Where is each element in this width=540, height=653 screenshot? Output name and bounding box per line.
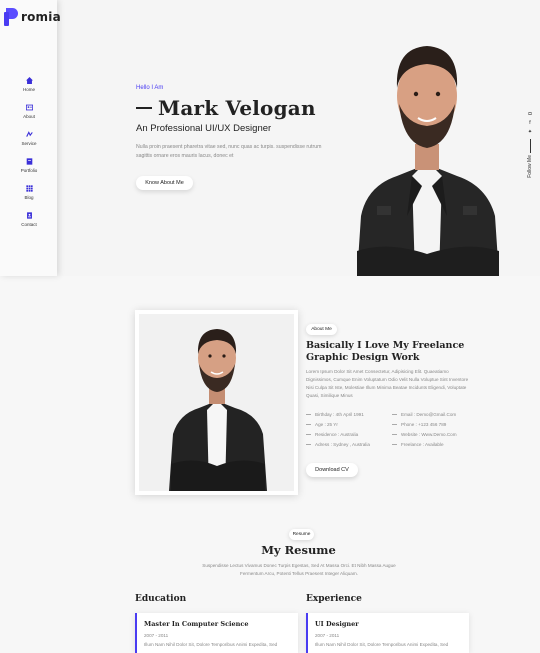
about-section: About Me Basically I Love My Freelance G…	[57, 276, 540, 653]
sidebar-item-about[interactable]: About	[19, 102, 39, 129]
facebook-icon[interactable]: f	[529, 119, 530, 128]
experience-title: Experience	[306, 594, 362, 604]
info-item: Residence : Australia	[306, 430, 392, 438]
education-card-title: Master In Computer Science	[144, 620, 249, 628]
hero-greeting: Hello I Am	[136, 85, 164, 91]
sidebar-item-label: Blog	[24, 195, 34, 200]
sidebar-nav: Home About Service Portfolio Blog Contac…	[19, 75, 39, 237]
resume-tag: Resume	[289, 529, 314, 540]
sidebar: romia Home About Service Portfolio Blog …	[0, 0, 61, 276]
experience-card-text: Illum Nam Nihil Dolor Sit, Dolore Tempor…	[315, 642, 449, 647]
logo-text: romia	[21, 10, 61, 24]
logo[interactable]: romia	[4, 8, 61, 26]
contact-icon	[26, 212, 32, 219]
about-text: Lorem Ipsum Dolor Sit Amet Consectetur, …	[306, 369, 469, 398]
education-card-years: 2007 - 2011	[144, 633, 169, 638]
sidebar-item-home[interactable]: Home	[19, 75, 39, 102]
info-item: Adress : Sydney , Australia	[306, 440, 392, 448]
know-about-me-button[interactable]: Know About Me	[136, 176, 193, 190]
service-icon	[25, 131, 33, 137]
info-item: Phone : +123 456 789	[392, 420, 476, 428]
follow-me-label: Follow Me	[527, 155, 533, 178]
info-item: Email : Demo@Gmail.Com	[392, 410, 476, 418]
sidebar-item-service[interactable]: Service	[19, 129, 39, 156]
logo-mark-icon	[4, 8, 19, 26]
info-item: Website : Www.Demo.Com	[392, 430, 476, 438]
sidebar-item-label: Portfolio	[20, 168, 38, 173]
education-card-text: Illum Nam Nihil Dolor Sit, Dolore Tempor…	[144, 642, 278, 647]
hero-description: Nulla proin praesent pharetra vitae sed,…	[136, 144, 322, 159]
about-title: Basically I Love My Freelance Graphic De…	[306, 340, 465, 363]
blog-grid-icon	[25, 185, 33, 192]
info-item: Birthday : 4th April 1991	[306, 410, 392, 418]
sidebar-item-blog[interactable]: Blog	[19, 183, 39, 210]
about-photo	[139, 314, 294, 491]
name-dash	[136, 107, 152, 109]
sidebar-item-label: About	[23, 114, 35, 119]
download-cv-button[interactable]: Download CV	[306, 463, 358, 477]
follow-divider	[529, 139, 531, 153]
about-portrait	[139, 314, 294, 491]
hero-name: Mark Velogan	[158, 96, 316, 120]
dribbble-icon[interactable]: ◘	[528, 110, 531, 119]
sidebar-item-label: Home	[22, 87, 35, 92]
info-item: Age : 25 Yr	[306, 420, 392, 428]
sidebar-item-label: Contact	[21, 222, 37, 227]
education-title: Education	[135, 594, 187, 604]
about-tag: About Me	[306, 324, 337, 335]
hero-portrait	[357, 46, 499, 276]
follow-me: ◘ f ✦ Follow Me	[526, 110, 534, 178]
portfolio-icon	[26, 158, 32, 165]
about-photo-card	[135, 310, 298, 495]
hero-role: An Professional UI/UX Designer	[136, 123, 272, 134]
home-icon	[25, 77, 33, 84]
twitter-icon[interactable]: ✦	[528, 128, 532, 137]
sidebar-item-contact[interactable]: Contact	[19, 210, 39, 237]
experience-card-years: 2007 - 2011	[315, 633, 340, 638]
resume-title: My Resume	[261, 543, 336, 557]
user-card-icon	[25, 104, 33, 111]
experience-card: UI Designer 2007 - 2011 Illum Nam Nihil …	[306, 613, 469, 653]
sidebar-item-label: Service	[21, 141, 37, 146]
hero-name-row: Mark Velogan	[136, 96, 316, 120]
about-info-grid: Birthday : 4th April 1991 Email : Demo@G…	[306, 410, 476, 448]
sidebar-item-portfolio[interactable]: Portfolio	[19, 156, 39, 183]
hero-section: Hello I Am Mark Velogan An Professional …	[57, 0, 540, 276]
info-item: Freelance : Available	[392, 440, 476, 448]
experience-card-title: UI Designer	[315, 620, 359, 628]
resume-text: Suspendisse Lectus Vivamus Donec Turpis …	[202, 563, 396, 576]
education-card: Master In Computer Science 2007 - 2011 I…	[135, 613, 298, 653]
